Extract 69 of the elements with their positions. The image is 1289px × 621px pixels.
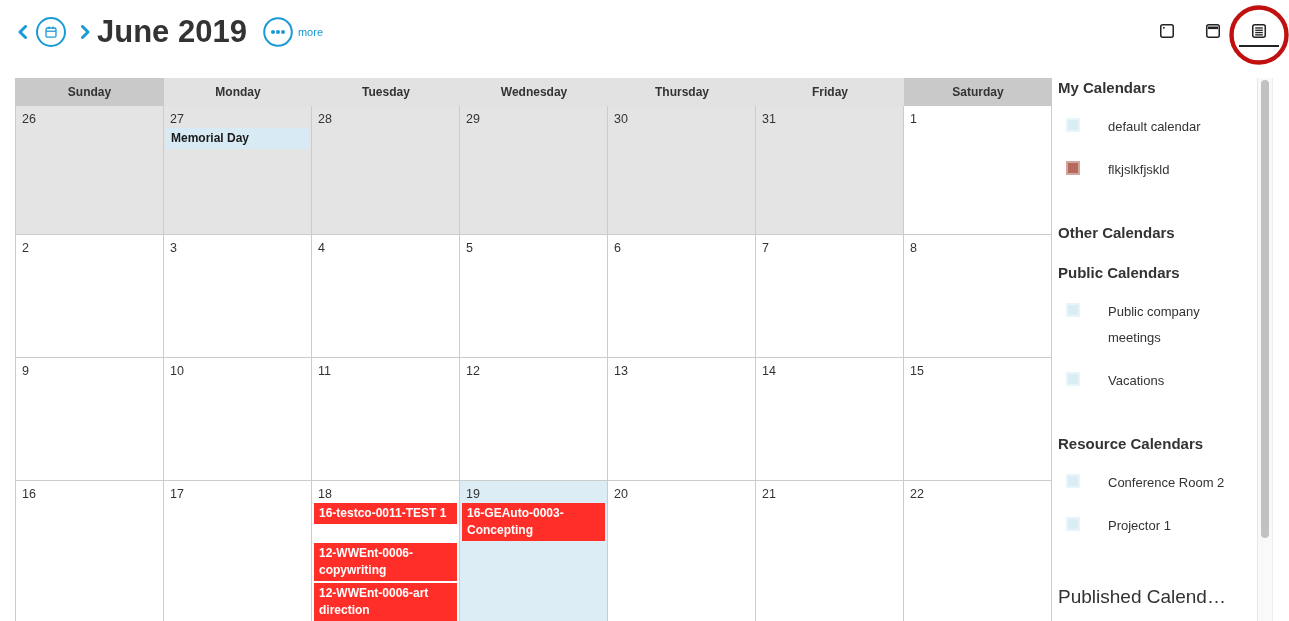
ellipsis-icon xyxy=(262,17,293,47)
weekday-header: Thursday xyxy=(608,78,756,106)
weekday-header: Saturday xyxy=(904,78,1052,106)
weekday-header: Tuesday xyxy=(312,78,460,106)
calendar-name: flkjslkfjskld xyxy=(1108,161,1170,179)
calendar-icon xyxy=(45,26,57,38)
day-number: 20 xyxy=(614,486,628,503)
calendar-swatch-icon[interactable] xyxy=(1066,118,1080,132)
scrollbar-track[interactable] xyxy=(1257,78,1273,621)
event-chip[interactable]: 16-GEAuto-0003-Concepting xyxy=(462,503,605,541)
day-number: 31 xyxy=(762,111,776,128)
day-number: 19 xyxy=(466,486,480,503)
chevron-right-icon xyxy=(80,25,90,39)
day-number: 13 xyxy=(614,363,628,380)
calendar-name: default calendar xyxy=(1108,118,1201,136)
banner-square-icon xyxy=(1206,24,1220,38)
day-number: 11 xyxy=(318,363,331,380)
weekday-header: Monday xyxy=(164,78,312,106)
day-number: 16 xyxy=(22,486,36,503)
calendar-name: Vacations xyxy=(1108,372,1165,390)
day-number: 18 xyxy=(318,486,332,503)
scrollbar-thumb[interactable] xyxy=(1261,80,1269,538)
day-number: 10 xyxy=(170,363,184,380)
calendar-swatch-icon[interactable] xyxy=(1066,517,1080,531)
day-number: 12 xyxy=(466,363,480,380)
day-number: 5 xyxy=(466,240,473,257)
day-number: 30 xyxy=(614,111,628,128)
calendar-group-heading: Published Calend… xyxy=(1058,585,1227,609)
event-chip[interactable]: 12-WWEnt-0006-copywriting xyxy=(314,543,457,581)
day-number: 2 xyxy=(22,240,29,257)
weekday-header: Friday xyxy=(756,78,904,106)
day-number: 9 xyxy=(22,363,29,380)
event-chip[interactable]: Memorial Day xyxy=(166,128,309,149)
weekday-header: Sunday xyxy=(15,78,164,106)
calendar-swatch-icon[interactable] xyxy=(1066,161,1080,175)
day-number: 28 xyxy=(318,111,332,128)
event-chip[interactable]: 12-WWEnt-0006-art direction xyxy=(314,583,457,621)
calendar-swatch-icon[interactable] xyxy=(1066,474,1080,488)
month-title: June 2019 xyxy=(97,13,247,51)
day-number: 29 xyxy=(466,111,480,128)
day-number: 26 xyxy=(22,111,36,128)
day-number: 8 xyxy=(910,240,917,257)
today-button[interactable] xyxy=(36,17,66,47)
day-number: 21 xyxy=(762,486,776,503)
more-button[interactable]: more xyxy=(262,17,323,47)
day-number: 17 xyxy=(170,486,184,503)
calendar-name: Conference Room 2 xyxy=(1108,474,1225,492)
calendar-name: Public company meetings xyxy=(1108,303,1201,347)
day-number: 1 xyxy=(910,111,917,128)
dot-square-icon xyxy=(1160,24,1174,38)
day-number: 6 xyxy=(614,240,621,257)
calendar-name: Projector 1 xyxy=(1108,517,1171,535)
lines-square-icon xyxy=(1252,24,1266,38)
day-number: 27 xyxy=(170,111,184,128)
calendar-swatch-icon[interactable] xyxy=(1066,372,1080,386)
calendar-group-heading: Public Calendars xyxy=(1058,263,1181,283)
day-number: 22 xyxy=(910,486,924,503)
day-number: 4 xyxy=(318,240,325,257)
day-number: 14 xyxy=(762,363,776,380)
calendar-group-heading: My Calendars xyxy=(1058,78,1157,98)
day-number: 7 xyxy=(762,240,769,257)
calendar-group-heading: Resource Calendars xyxy=(1058,434,1205,454)
chevron-left-icon xyxy=(17,25,27,39)
weekday-header: Wednesday xyxy=(460,78,608,106)
calendar-swatch-icon[interactable] xyxy=(1066,303,1080,317)
event-chip[interactable]: 16-testco-0011-TEST 1 xyxy=(314,503,457,524)
day-number: 15 xyxy=(910,363,924,380)
calendar-group-heading: Other Calendars xyxy=(1058,223,1176,243)
day-number: 3 xyxy=(170,240,177,257)
